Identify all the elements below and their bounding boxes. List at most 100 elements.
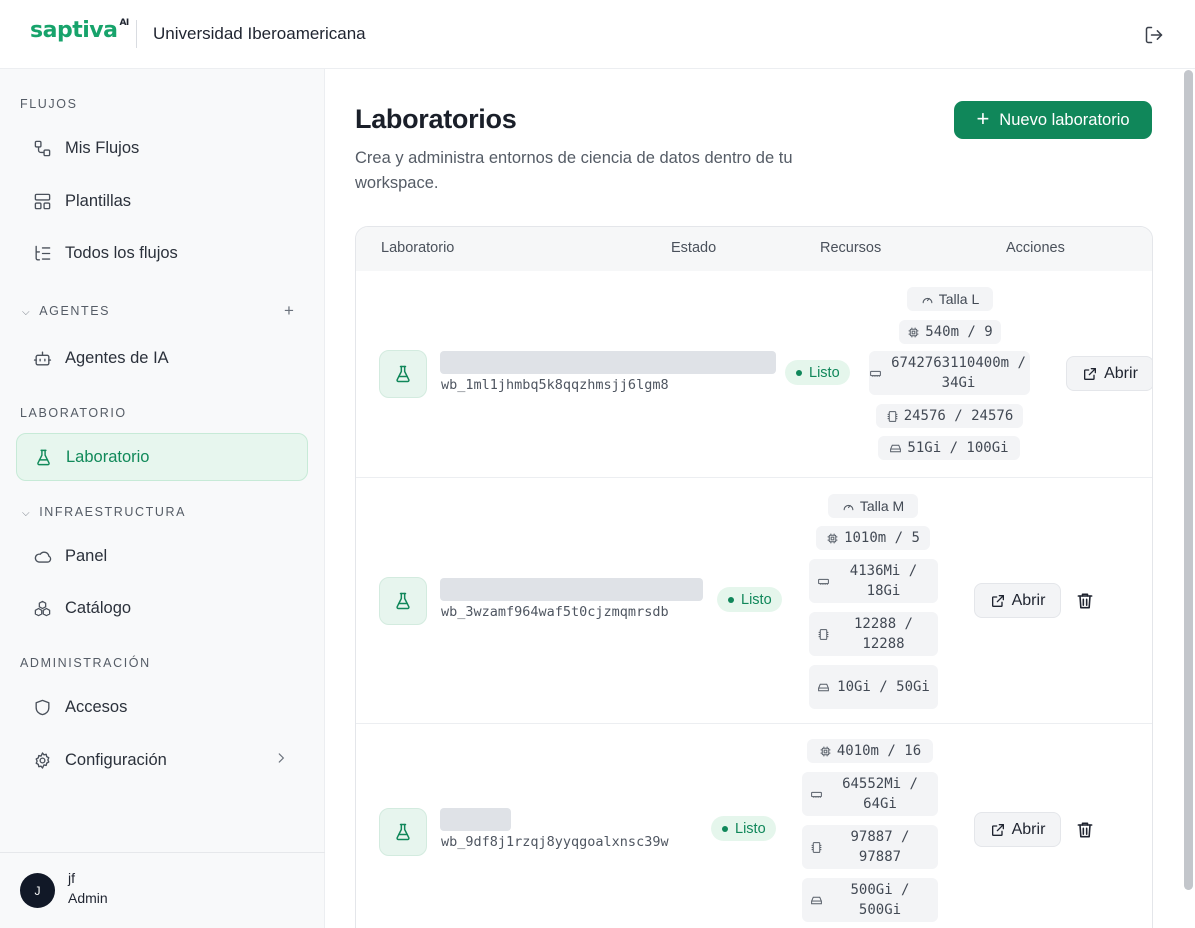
size-chip: Talla M [828,494,918,518]
trash-icon[interactable] [1075,591,1095,611]
external-link-icon [1084,367,1097,380]
table-row: wb_1ml1jhmbq5k8qqzhmsjj6lgm8 Listo Talla… [356,271,1152,477]
boxes-icon [32,598,52,618]
flask-icon [379,808,427,856]
user-name: jf [68,870,75,886]
status-badge: Listo [717,587,782,612]
status-badge: Listo [711,816,776,841]
column-header-acciones: Acciones [1006,240,1065,256]
brand-logo[interactable]: saptiva AI [30,18,129,43]
cpu-chip: 1010m / 5 [816,526,930,550]
lab-id: wb_1ml1jhmbq5k8qqzhmsjj6lgm8 [441,377,669,393]
sidebar-item-label: Agentes de IA [65,348,169,367]
memory-chip: 4136Mi / 18Gi [809,559,938,603]
sidebar-item-panel[interactable]: Panel [16,532,308,580]
sidebar-item-label: Plantillas [65,191,132,210]
size-chip: Talla L [907,287,993,311]
bot-icon [32,348,52,368]
gpu-icon [818,628,829,640]
section-toggle-agentes[interactable]: ⌵ AGENTES [22,304,110,318]
gpu-icon [811,841,822,853]
sidebar-item-agentes-ia[interactable]: Agentes de IA [16,334,308,382]
trash-icon[interactable] [1075,820,1095,840]
sidebar-item-label: Accesos [65,697,128,716]
sidebar-item-catalogo[interactable]: Catálogo [16,584,308,632]
sidebar-item-label: Panel [65,546,108,565]
gauge-icon [843,504,854,510]
status-dot [796,369,802,376]
cpu-icon [827,533,838,543]
gpu-chip: 97887 / 97887 [802,825,938,869]
status-dot [728,596,734,603]
page-subtitle: Crea y administra entornos de ciencia de… [355,149,793,192]
page-title: Laboratorios [355,104,517,134]
shield-icon [32,697,52,717]
hard-drive-icon [818,683,829,691]
hard-drive-icon [890,444,902,452]
gpu-chip: 12288 / 12288 [809,612,938,656]
section-label-administracion: ADMINISTRACIÓN [20,656,151,670]
page-scrollbar[interactable] [1184,70,1193,890]
add-agent-button[interactable]: + [284,301,294,321]
avatar: J [20,873,55,908]
column-header-recursos: Recursos [820,240,882,256]
storage-chip: 10Gi / 50Gi [809,665,938,709]
new-lab-button[interactable]: + Nuevo laboratorio [954,101,1152,139]
section-label-laboratorio: LABORATORIO [20,406,127,420]
flask-icon [33,447,53,467]
column-header-estado: Estado [671,240,717,256]
sidebar-item-configuracion[interactable]: Configuración [16,736,308,784]
gpu-chip: 24576 / 24576 [876,404,1023,428]
table-header: Laboratorio Estado Recursos Acciones [356,227,1152,271]
status-badge: Listo [785,360,850,385]
user-role: Admin [68,890,108,906]
sidebar-item-laboratorio[interactable]: Laboratorio [16,433,308,481]
memory-chip: 64552Mi / 64Gi [802,772,938,816]
sidebar-item-plantillas[interactable]: Plantillas [16,177,308,225]
gpu-icon [887,410,898,422]
cpu-icon [820,746,831,756]
section-toggle-infraestructura[interactable]: ⌵ INFRAESTRUCTURA [22,505,186,519]
memory-chip: 6742763110400m / 34Gi [869,351,1030,395]
cloud-icon [32,546,52,566]
labs-table: Laboratorio Estado Recursos Acciones wb_… [355,226,1153,928]
sidebar-item-accesos[interactable]: Accesos [16,683,308,731]
cpu-chip: 540m / 9 [899,320,1001,344]
table-row: wb_3wzamf964waf5t0cjzmqmrsdb Listo Talla… [356,477,1152,723]
table-row: wb_9df8j1rzqj8yyqgoalxnsc39w Listo 4010m… [356,723,1152,928]
storage-chip: 500Gi / 500Gi [802,878,938,922]
list-tree-icon [32,243,52,263]
hard-drive-icon [811,896,822,904]
sidebar-item-mis-flujos[interactable]: Mis Flujos [16,124,308,172]
open-button[interactable]: Abrir [974,583,1061,618]
sidebar-item-label: Mis Flujos [65,138,140,157]
header-divider [136,20,137,48]
chevron-down-icon: ⌵ [22,307,32,318]
external-link-icon [991,594,1004,607]
lab-id: wb_3wzamf964waf5t0cjzmqmrsdb [441,604,669,620]
logout-icon[interactable] [1144,25,1164,45]
section-label-flujos: FLUJOS [20,97,78,111]
open-button[interactable]: Abrir [1066,356,1152,391]
cpu-chip: 4010m / 16 [807,739,933,763]
flask-icon [379,350,427,398]
plus-icon: + [976,106,990,131]
sidebar-item-label: Laboratorio [66,447,150,466]
sidebar-item-todos-flujos[interactable]: Todos los flujos [16,229,308,277]
chevron-down-icon: ⌵ [22,508,32,519]
sidebar-item-label: Catálogo [65,598,132,617]
lab-name-redacted [440,351,776,374]
memory-icon [870,370,881,377]
memory-icon [818,578,829,585]
gear-icon [32,750,52,770]
user-profile[interactable]: J jf Admin [0,852,325,928]
gauge-icon [922,297,933,303]
status-dot [722,825,728,832]
template-icon [32,191,52,211]
flask-icon [379,577,427,625]
organization-name: Universidad Iberoamericana [153,24,366,43]
open-button[interactable]: Abrir [974,812,1061,847]
column-header-lab: Laboratorio [381,240,455,256]
cpu-icon [908,327,919,337]
memory-icon [811,791,822,798]
